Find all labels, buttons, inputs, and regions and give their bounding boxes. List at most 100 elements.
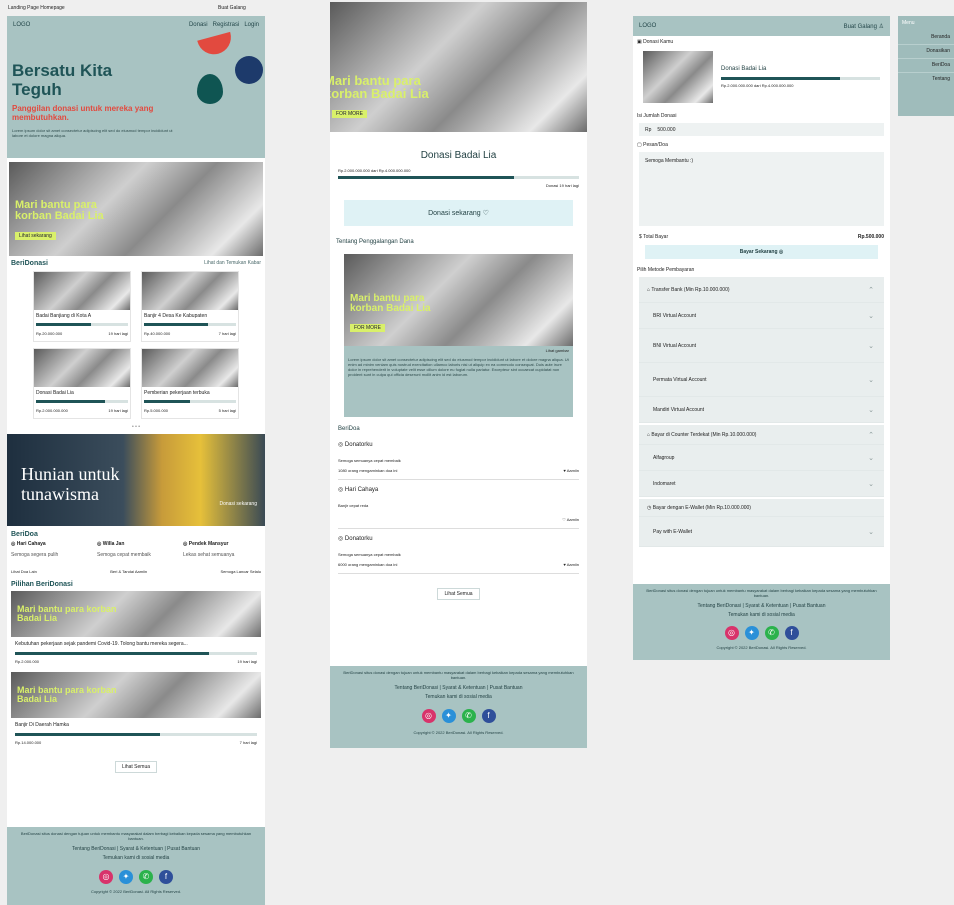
see-all-prayers-button[interactable]: Lihat Semua — [437, 588, 480, 600]
hand-heart-icon: ♡ — [482, 210, 489, 217]
group-header-counter[interactable]: ⌂ Bayar di Counter Terdekat (Min Rp.10.0… — [639, 425, 884, 445]
logo[interactable]: LOGO — [639, 23, 656, 29]
prayer-item: ◎ Donatorku Semoga semuanya cepat membai… — [338, 437, 579, 480]
payment-option[interactable]: BRI Virtual Account ⌄ — [639, 303, 884, 329]
instagram-icon[interactable]: ◎ — [421, 709, 436, 723]
payment-option[interactable]: BNI Virtual Account ⌄ — [639, 329, 884, 363]
donate-now-button[interactable]: Donasi sekarang ♡ — [344, 200, 573, 226]
side-item-beridoa[interactable]: BeriDoa — [898, 59, 954, 73]
doa-link-more[interactable]: Lihat Doa Lain — [11, 569, 37, 574]
instagram-icon[interactable]: ◎ — [99, 870, 113, 884]
footer-links[interactable]: Tentang BeriDonasi | Syarat & Ketentuan … — [641, 603, 882, 610]
campaign-progress — [338, 176, 579, 179]
hero-subtitle: Panggilan donasi untuk mereka yang membu… — [12, 104, 154, 122]
card-days: 19 hari lagi — [108, 331, 128, 336]
aamiin-button[interactable]: ♥ Aamiin — [564, 562, 580, 567]
payment-option[interactable]: Indomaret ⌄ — [639, 471, 884, 497]
see-all-link[interactable]: Lihat dan Temukan Kabar — [204, 260, 261, 267]
facebook-icon[interactable]: f — [481, 709, 496, 723]
side-item-tentang[interactable]: Tentang — [898, 73, 954, 86]
photo-note[interactable]: Lihat gambar — [344, 346, 573, 355]
donation-card[interactable]: Pemberian pekerjaan terbuka Rp.5.000.000… — [141, 348, 239, 419]
amount-input[interactable]: Rp 500.000 — [639, 123, 884, 136]
prayer-author: ◎ Donatorku — [338, 442, 373, 448]
pilihan-photo[interactable]: Mari bantu para korban Badai Lia — [11, 672, 261, 718]
payment-option[interactable]: Pay with E-Wallet ⌄ — [639, 517, 884, 547]
summary-raised: Rp.2.000.000.000 dari Rp.4.000.000.000 — [721, 83, 794, 88]
payment-option[interactable]: Permata Virtual Account ⌄ — [639, 363, 884, 397]
doa-link-aamiin[interactable]: Beri & Tandai Aamiin — [110, 569, 147, 574]
hero-banner-photo[interactable]: Mari bantu para korban Badai Lia Lihat s… — [9, 162, 263, 256]
chevron-down-icon: ⌄ — [868, 376, 874, 384]
carousel-dots[interactable]: • • • — [7, 424, 265, 431]
card-progress — [36, 323, 128, 326]
doa-text: Semoga segera pulih — [11, 552, 59, 558]
payment-group-ewallet: ◷ Bayar dengan E-Wallet (Min Rp.10.000.0… — [639, 499, 884, 547]
jumlah-label: Isi Jumlah Donasi — [637, 113, 677, 119]
card-photo — [142, 272, 238, 310]
aamiin-button[interactable]: ♥ Aamiin — [564, 468, 580, 473]
aamiin-button[interactable]: ♡ Aamiin — [562, 517, 579, 522]
doa-link-lancar[interactable]: Semoga Lancar Selalu — [221, 569, 261, 574]
nav-registrasi[interactable]: Registrasi — [213, 22, 240, 28]
detail-hero-pill[interactable]: FOR MORE — [332, 110, 367, 118]
pilihan-photo[interactable]: Mari bantu para korban Badai Lia — [11, 591, 261, 637]
whatsapp-icon[interactable]: ✆ — [764, 626, 779, 640]
pilih-label: Pilih Metode Pembayaran — [637, 267, 695, 273]
instagram-icon[interactable]: ◎ — [724, 626, 739, 640]
pay-now-button[interactable]: Bayar Sekarang ◎ — [645, 245, 878, 259]
card-amount: Rp.5.000.000 — [144, 408, 169, 413]
tentang-photo[interactable]: Mari bantu para korban Badai Lia FOR MOR… — [344, 254, 573, 346]
facebook-icon[interactable]: f — [784, 626, 799, 640]
hunian-button[interactable]: Donasi sekarang — [219, 501, 257, 508]
side-item-donasikan[interactable]: Donasikan — [898, 45, 954, 59]
tentang-block: Mari bantu para korban Badai Lia FOR MOR… — [344, 254, 573, 417]
detail-hero-photo: Mari bantu para korban Badai Lia FOR MOR… — [330, 2, 587, 132]
nav-buat-galang[interactable]: Buat Galang ♙ — [844, 23, 884, 30]
card-amount: Rp.40.000.000 — [144, 331, 171, 336]
pilihan-days: 7 hari lagi — [239, 740, 257, 745]
total-label: $ Total Bayar — [639, 234, 669, 240]
whatsapp-icon[interactable]: ✆ — [461, 709, 476, 723]
side-item-beranda[interactable]: Beranda — [898, 31, 954, 45]
currency-label: Rp — [645, 126, 652, 133]
card-title: Pemberian pekerjaan terbuka — [144, 390, 210, 396]
twitter-icon[interactable]: ✦ — [441, 709, 456, 723]
twitter-icon[interactable]: ✦ — [744, 626, 759, 640]
chevron-down-icon: ⌄ — [868, 312, 874, 320]
payment-option[interactable]: Mandiri Virtual Account ⌄ — [639, 397, 884, 423]
pilihan-progress — [15, 733, 257, 736]
doa-name: ◎ Pendek Mansyur — [183, 541, 229, 547]
message-textarea[interactable]: Semoga Membantu :) — [639, 152, 884, 226]
pilihan-amount: Rp.2.000.000 — [15, 659, 40, 664]
see-more-button[interactable]: Lihat Semua — [114, 761, 158, 773]
footer-links[interactable]: Tentang BeriDonasi | Syarat & Ketentuan … — [338, 685, 579, 692]
logo[interactable]: LOGO — [13, 22, 30, 28]
chevron-down-icon: ⌄ — [868, 406, 874, 414]
payment-option[interactable]: Alfagroup ⌄ — [639, 445, 884, 471]
donation-card[interactable]: Donasi Badai Lia Rp.2.000.000.000 19 hari… — [33, 348, 131, 419]
donation-card[interactable]: Badai Banjiang di Kota A Rp.20.000.000 19… — [33, 271, 131, 342]
facebook-icon[interactable]: f — [159, 870, 173, 884]
twitter-icon[interactable]: ✦ — [119, 870, 133, 884]
hero-description: Lorem ipsum dolor sit amet consectetur a… — [12, 128, 173, 138]
group-header-ewallet[interactable]: ◷ Bayar dengan E-Wallet (Min Rp.10.000.0… — [639, 499, 884, 517]
nav-donasi[interactable]: Donasi — [189, 22, 208, 28]
prayer-author: ◎ Hari Cahaya — [338, 487, 379, 493]
tentang-text: Lorem ipsum dolor sit amet consectetur a… — [348, 357, 569, 377]
coin-icon: ◎ — [778, 249, 784, 255]
tentang-pill[interactable]: FOR MORE — [350, 324, 385, 332]
card-amount: Rp.20.000.000 — [36, 331, 63, 336]
side-menu-title: Menu — [902, 20, 915, 26]
whatsapp-icon[interactable]: ✆ — [139, 870, 153, 884]
hunian-banner[interactable]: Hunian untuk tunawisma Donasi sekarang — [7, 434, 265, 526]
prayer-count: 6000 orang mengaminkan doa ini — [338, 562, 398, 567]
chevron-down-icon: ⌄ — [868, 480, 874, 488]
homepage-column: LOGO Donasi Registrasi Login Bersatu Kit… — [7, 16, 265, 905]
donation-card[interactable]: Banjir 4 Desa Ke Kabupaten Rp.40.000.000… — [141, 271, 239, 342]
group-header-bank[interactable]: ⌂ Transfer Bank (Min Rp.10.000.000) ⌃ — [639, 277, 884, 303]
banner-button[interactable]: Lihat sekarang — [15, 232, 56, 240]
footer-links[interactable]: Tentang BeriDonasi | Syarat & Ketentuan … — [15, 846, 257, 853]
nav-login[interactable]: Login — [244, 22, 259, 28]
footer: BeriDonasi situs donasi dengan tujuan un… — [633, 584, 890, 660]
